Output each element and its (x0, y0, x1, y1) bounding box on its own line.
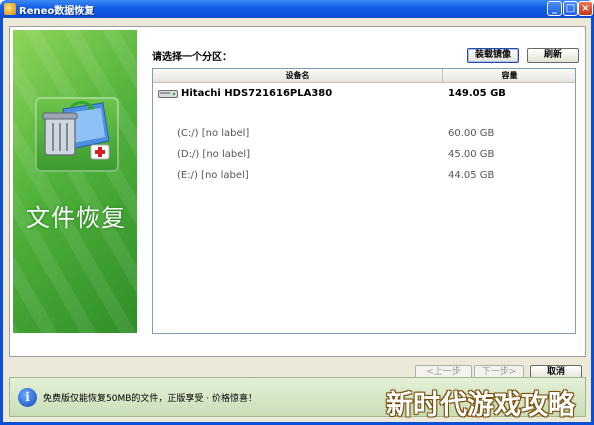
partition-name: (D:/) [no label] (177, 149, 251, 160)
side-banner: 文件恢复 (13, 30, 137, 333)
banner-title: 文件恢复 (26, 204, 126, 232)
watermark-text: 新时代游戏攻略 (386, 390, 575, 421)
minimize-button[interactable]: _ (547, 1, 562, 16)
column-header-size[interactable]: 容量 (444, 69, 575, 83)
info-icon: i (18, 388, 37, 407)
partition-size: 60.00 GB (448, 128, 495, 139)
partition-name: (E:/) [no label] (177, 170, 249, 181)
window-client: 文件恢复 请选择一个分区： 装载镜像 刷新 设备名 容量 Hitachi HDS… (3, 18, 591, 422)
app-icon (4, 3, 16, 15)
partition-row-c[interactable]: (C:/) [no label] 60.00 GB (153, 125, 575, 143)
disk-name: Hitachi HDS721616PLA380 (181, 88, 333, 99)
app-window: Reneo数据恢复 _ □ × 文件恢复 请选择一个分区： 装载镜像 刷新 设备… (0, 0, 594, 425)
main-panel: 文件恢复 请选择一个分区： 装载镜像 刷新 设备名 容量 Hitachi HDS… (9, 26, 586, 357)
column-header-device[interactable]: 设备名 (153, 69, 443, 83)
select-partition-label: 请选择一个分区： (152, 52, 232, 63)
partition-list[interactable]: 设备名 容量 Hitachi HDS721616PLA380 149.05 GB… (152, 68, 576, 334)
partition-size: 44.05 GB (448, 170, 495, 181)
partition-row-e[interactable]: (E:/) [no label] 44.05 GB (153, 167, 575, 185)
title-bar[interactable]: Reneo数据恢复 _ □ × (0, 0, 594, 18)
refresh-button[interactable]: 刷新 (527, 48, 579, 63)
disk-row[interactable]: Hitachi HDS721616PLA380 149.05 GB (153, 85, 575, 103)
disk-size: 149.05 GB (448, 88, 506, 99)
partition-name: (C:/) [no label] (177, 128, 250, 139)
hard-disk-icon (158, 90, 178, 98)
info-message: 免费版仅能恢复50MB的文件，正版享受 · 价格惊喜！ (43, 394, 257, 404)
partition-row-d[interactable]: (D:/) [no label] 45.00 GB (153, 146, 575, 164)
window-title: Reneo数据恢复 (19, 6, 95, 17)
close-button[interactable]: × (578, 1, 593, 16)
recycle-bin-folder-icon (35, 97, 119, 172)
maximize-button[interactable]: □ (563, 1, 578, 16)
load-image-button[interactable]: 装载镜像 (467, 48, 519, 63)
list-header: 设备名 容量 (153, 69, 575, 83)
partition-size: 45.00 GB (448, 149, 495, 160)
